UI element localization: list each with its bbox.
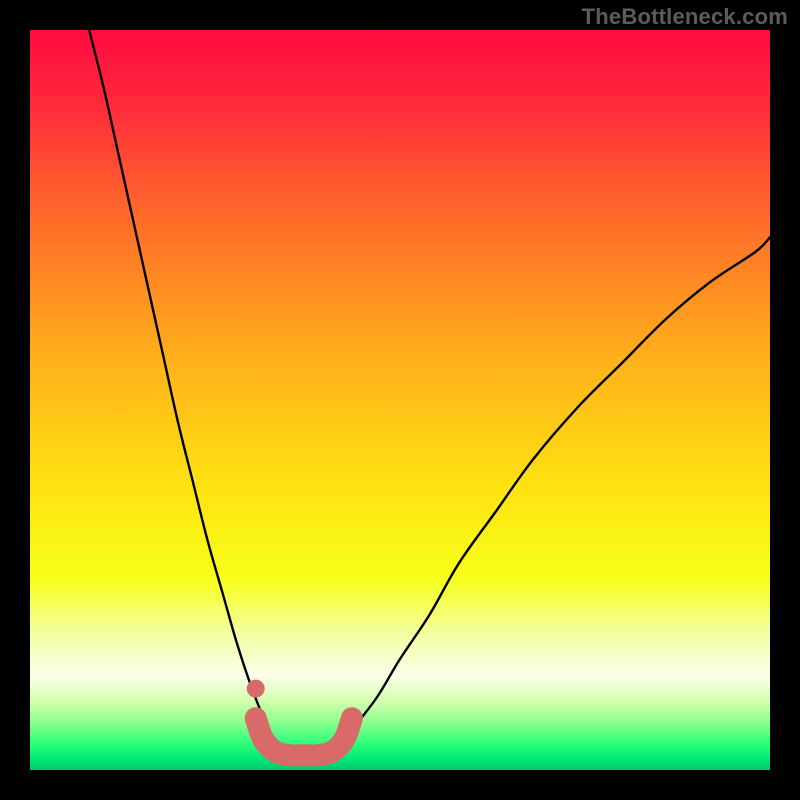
- plot-area: [30, 30, 770, 770]
- bottleneck-chart: [30, 30, 770, 770]
- chart-frame: TheBottleneck.com: [0, 0, 800, 800]
- marker-dot: [247, 680, 265, 698]
- watermark-text: TheBottleneck.com: [582, 4, 788, 30]
